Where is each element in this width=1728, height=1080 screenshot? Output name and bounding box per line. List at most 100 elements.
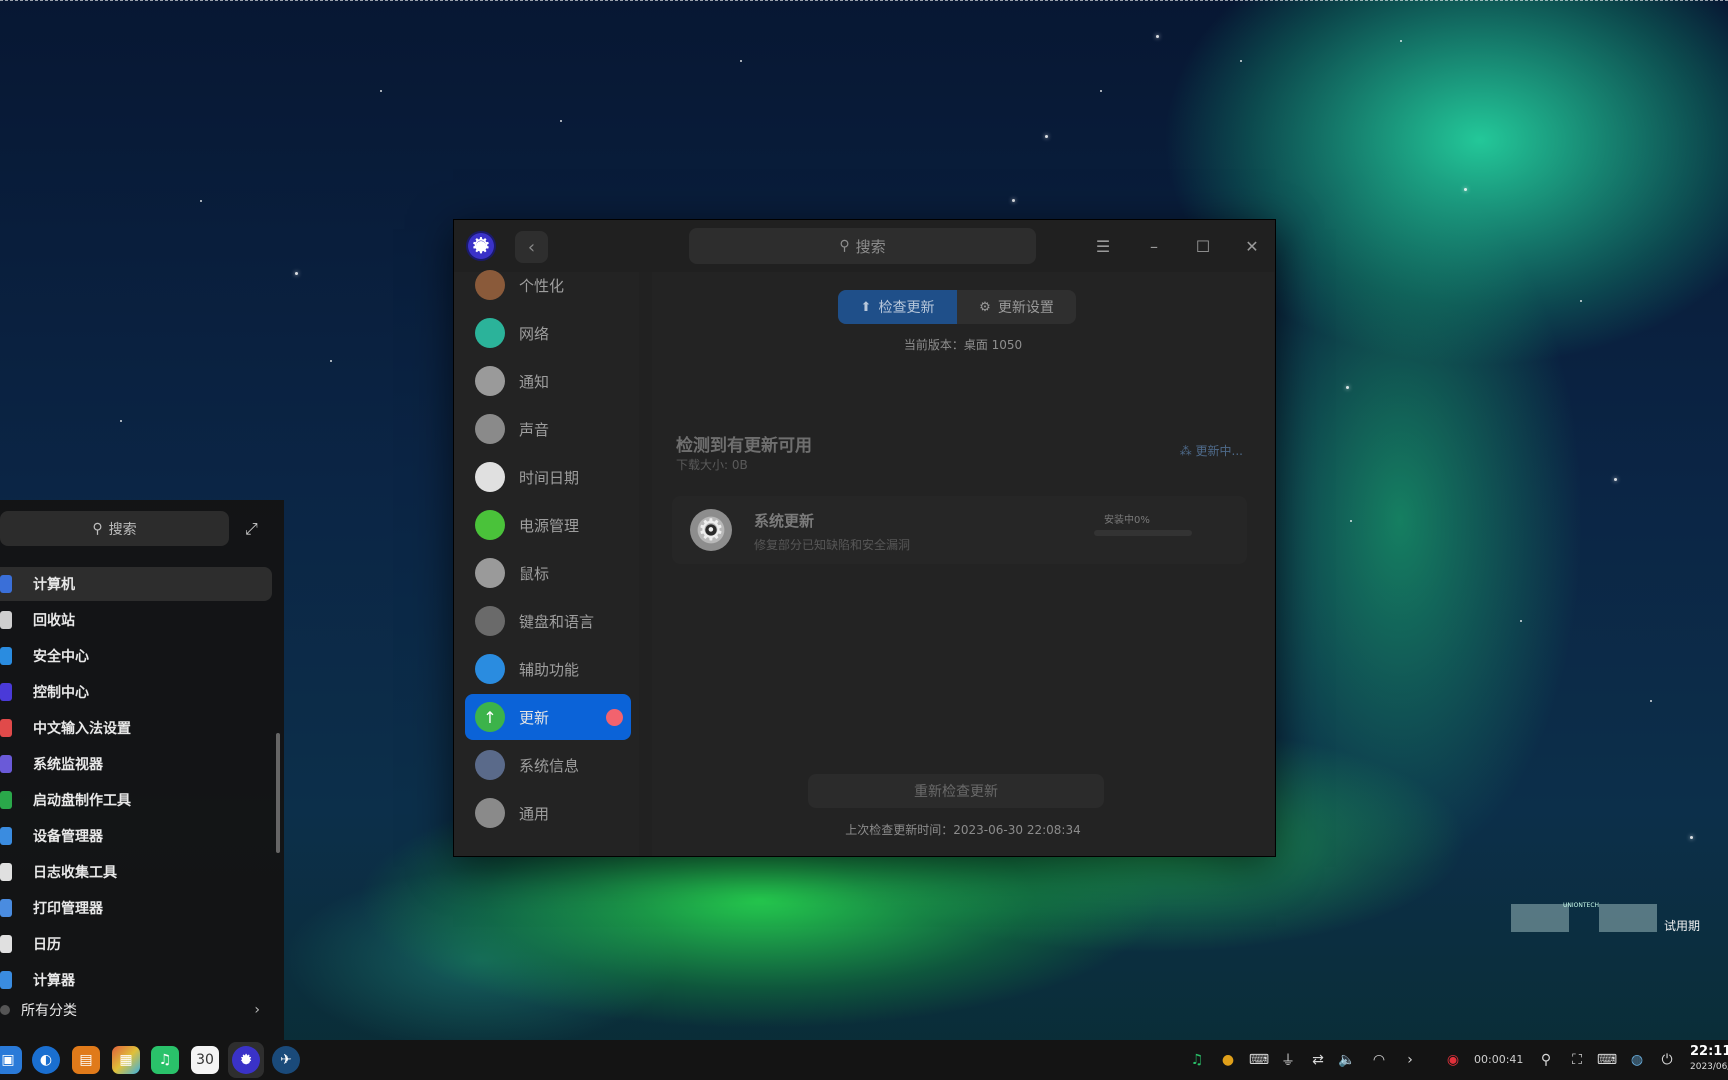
launcher-app-label: 设备管理器 — [33, 829, 103, 845]
image-viewer-icon[interactable]: ▦ — [112, 1046, 140, 1074]
menu-icon[interactable]: ☰ — [1091, 234, 1115, 258]
sidebar-item[interactable]: 通用 — [465, 790, 631, 836]
star — [560, 120, 562, 122]
updating-status: ⁂ 更新中... — [1180, 442, 1243, 459]
sidebar-item[interactable]: 通知 — [465, 358, 631, 404]
star — [1614, 478, 1617, 481]
star — [1580, 300, 1582, 302]
back-button[interactable]: ‹ — [515, 231, 548, 263]
launcher-app-item[interactable]: 计算器 — [0, 963, 272, 997]
browser-icon[interactable]: ◐ — [32, 1046, 60, 1074]
launcher-app-label: 日志收集工具 — [33, 865, 117, 881]
close-button[interactable]: ✕ — [1240, 234, 1264, 258]
launcher-search-box[interactable]: ⚲ 搜索 — [0, 511, 229, 546]
tab-update-settings-label: 更新设置 — [997, 300, 1054, 316]
tab-update-settings[interactable]: ⚙ 更新设置 — [957, 290, 1076, 324]
sidebar-item[interactable]: 声音 — [465, 406, 631, 452]
control-center-window: ⚙ ‹ ⚲ 搜索 ☰ – ☐ ✕ 个性化 网络 通知 声音 时间日期电源管理鼠标键盘和语… — [453, 219, 1276, 857]
update-badge — [606, 709, 623, 726]
launcher-app-label: 计算机 — [33, 577, 75, 593]
sidebar-item[interactable]: 键盘和语言 — [465, 598, 631, 644]
launcher-app-label: 控制中心 — [33, 685, 89, 701]
sidebar-item-label: 键盘和语言 — [519, 612, 595, 631]
sidebar-item-label: 辅助功能 — [519, 660, 580, 679]
sidebar-item[interactable]: 个性化 — [465, 262, 631, 308]
launcher-app-item[interactable]: 计算机 — [0, 567, 272, 601]
expand-fullscreen-icon[interactable]: ⤢ — [245, 519, 258, 539]
star — [1650, 700, 1652, 702]
mouse-icon — [475, 558, 505, 588]
launcher-app-label: 回收站 — [33, 613, 75, 629]
launcher-app-item[interactable]: 安全中心 — [0, 639, 272, 673]
app-icon — [0, 611, 12, 629]
launcher-app-label: 系统监视器 — [33, 757, 103, 773]
music-tray-icon[interactable]: ♫ — [1187, 1050, 1207, 1070]
usb-icon[interactable]: ⏚ — [1278, 1050, 1298, 1070]
transfer-icon[interactable]: ⇄ — [1308, 1050, 1328, 1070]
launcher-app-item[interactable]: 日历 — [0, 927, 272, 961]
wifi-icon[interactable]: ◠ — [1369, 1050, 1389, 1070]
recheck-update-button[interactable]: 重新检查更新 — [808, 774, 1104, 808]
app-icon — [0, 971, 12, 989]
sidebar-item[interactable]: 辅助功能 — [465, 646, 631, 692]
clock-time[interactable]: 22:11 — [1690, 1044, 1728, 1059]
minimize-button[interactable]: – — [1142, 234, 1166, 258]
system-update-gear-icon: ⚙ — [690, 509, 732, 551]
star — [1520, 620, 1522, 622]
update-item-title: 系统更新 — [754, 512, 815, 530]
launcher-app-item[interactable]: 系统监视器 — [0, 747, 272, 781]
system-info-icon — [475, 750, 505, 780]
star — [200, 200, 202, 202]
sidebar-item[interactable]: ↑ 更新 — [465, 694, 631, 740]
music-icon[interactable]: ♫ — [151, 1046, 179, 1074]
search-tray-icon[interactable]: ⚲ — [1536, 1050, 1556, 1070]
app-store-icon[interactable]: ▤ — [72, 1046, 100, 1074]
update-item-description: 修复部分已知缺陷和安全漏洞 — [754, 538, 911, 552]
control-center-taskbar-icon[interactable]: ⚙ — [232, 1046, 260, 1074]
all-categories-label: 所有分类 — [21, 1003, 77, 1019]
screen-recording-icon[interactable]: ◉ — [1443, 1050, 1463, 1070]
star — [120, 420, 122, 422]
all-categories-button[interactable]: 所有分类 › — [0, 995, 272, 1025]
launcher-app-item[interactable]: 启动盘制作工具 — [0, 783, 272, 817]
speaker-icon — [475, 414, 505, 444]
tab-check-update[interactable]: ⬆ 检查更新 — [838, 290, 957, 324]
sidebar-item[interactable]: 电源管理 — [465, 502, 631, 548]
launcher-app-label: 中文输入法设置 — [33, 721, 131, 737]
sidebar-item[interactable]: 时间日期 — [465, 454, 631, 500]
search-icon: ⚲ — [839, 238, 850, 254]
launcher-app-item[interactable]: 回收站 — [0, 603, 272, 637]
app-icon — [0, 575, 12, 593]
power-icon[interactable]: ⏻ — [1657, 1050, 1677, 1070]
sidebar-item-label: 更新 — [519, 708, 550, 727]
sidebar-item[interactable]: 鼠标 — [465, 550, 631, 596]
launcher-app-label: 启动盘制作工具 — [33, 793, 131, 809]
sidebar-item[interactable]: 系统信息 — [465, 742, 631, 788]
search-box[interactable]: ⚲ 搜索 — [689, 228, 1036, 264]
settings-gear-icon: ⚙ — [979, 299, 991, 315]
launcher-scrollbar[interactable] — [276, 733, 280, 853]
launcher-search-placeholder: 搜索 — [108, 521, 137, 538]
app-icon — [0, 863, 12, 881]
launcher-app-item[interactable]: 日志收集工具 — [0, 855, 272, 889]
tray-expand-chevron-icon[interactable]: › — [1400, 1050, 1420, 1070]
launcher-app-item[interactable]: 中文输入法设置 — [0, 711, 272, 745]
notification-center-icon[interactable]: ◍ — [1627, 1050, 1647, 1070]
launcher-app-item[interactable]: 打印管理器 — [0, 891, 272, 925]
input-method-tray-icon[interactable]: ● — [1218, 1050, 1238, 1070]
manual-icon[interactable]: ✈ — [272, 1046, 300, 1074]
maximize-button[interactable]: ☐ — [1191, 234, 1215, 258]
app-icon — [0, 755, 12, 773]
volume-icon[interactable]: 🔈 — [1337, 1050, 1357, 1070]
calendar-icon[interactable]: 30 — [191, 1046, 219, 1074]
onscreen-keyboard-icon[interactable]: ⌨ — [1597, 1050, 1617, 1070]
launcher-app-item[interactable]: 设备管理器 — [0, 819, 272, 853]
last-check-time: 上次检查更新时间：2023-06-30 22:08:34 — [845, 823, 1081, 837]
launcher-app-item[interactable]: 控制中心 — [0, 675, 272, 709]
file-manager-icon[interactable]: ▣ — [0, 1046, 22, 1074]
keyboard-tray-icon[interactable]: ⌨ — [1249, 1050, 1269, 1070]
screenshot-icon[interactable]: ⛶ — [1567, 1050, 1587, 1070]
sidebar-item[interactable]: 网络 — [465, 310, 631, 356]
sidebar-item-label: 电源管理 — [519, 516, 580, 535]
bell-icon — [475, 366, 505, 396]
